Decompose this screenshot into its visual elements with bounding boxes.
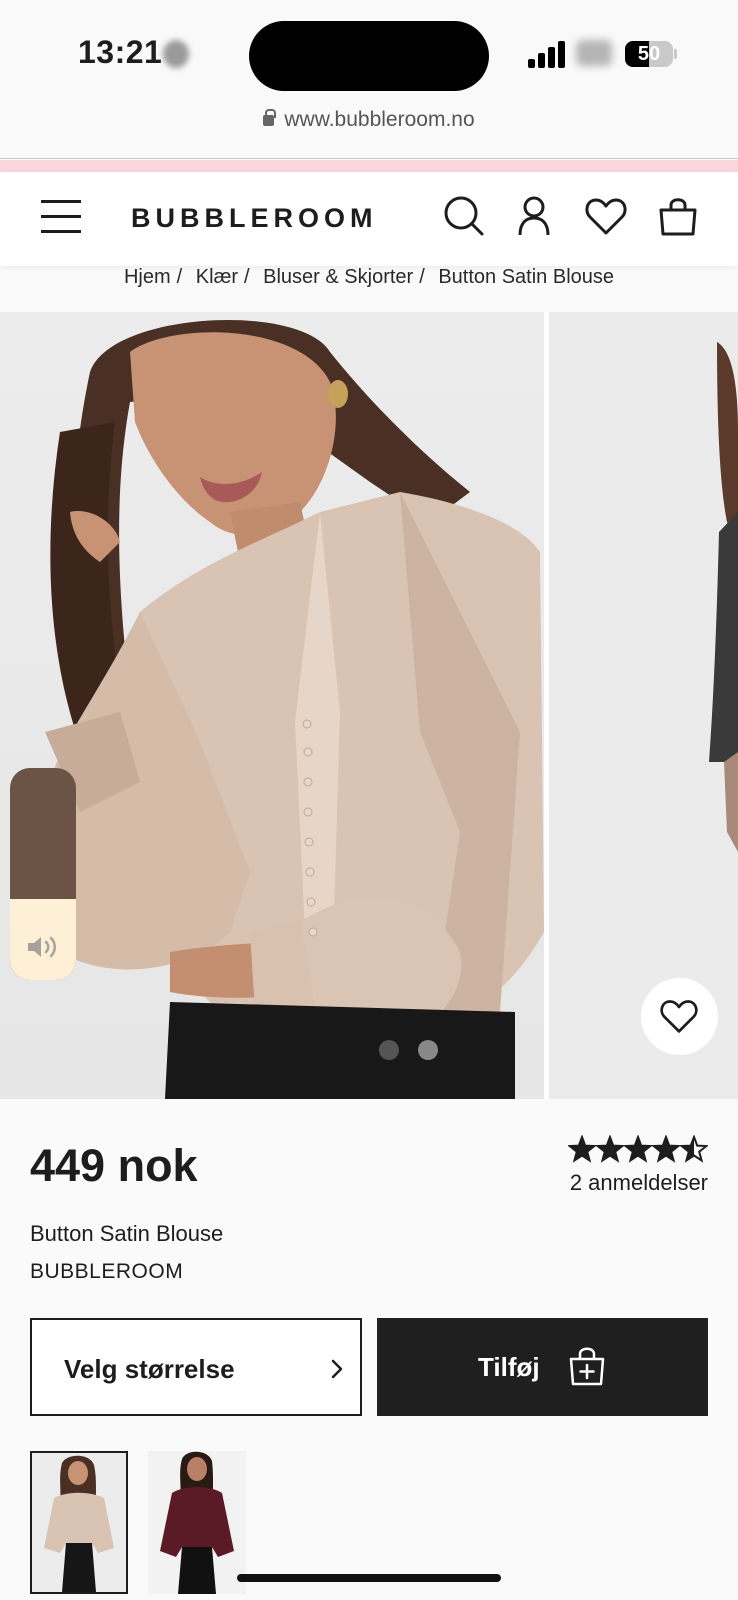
promo-strip (0, 160, 738, 172)
thumbnail-champagne[interactable] (30, 1451, 128, 1594)
wishlist-button[interactable] (641, 978, 718, 1055)
breadcrumb-category[interactable]: Bluser & Skjorter (263, 266, 413, 288)
add-to-cart-button[interactable]: Tilføj (377, 1318, 708, 1416)
breadcrumb-separator: / (176, 266, 183, 288)
heart-icon (660, 1000, 698, 1033)
product-photo-next[interactable] (549, 312, 738, 1099)
account-icon[interactable] (512, 194, 556, 238)
breadcrumb: Hjem / Klær / Bluser & Skjorter / Button Sa… (0, 266, 738, 289)
select-size-label: Velg størrelse (64, 1354, 235, 1384)
speaker-icon (28, 936, 56, 958)
signal-icon (528, 40, 566, 68)
breadcrumb-separator: / (419, 266, 425, 288)
search-icon[interactable] (442, 194, 486, 238)
status-bar: 13:21 50 (0, 0, 738, 108)
notification-icon (163, 40, 189, 68)
network-icon (576, 40, 612, 66)
rating-stars[interactable] (568, 1135, 708, 1165)
menu-icon[interactable] (41, 200, 81, 234)
heart-icon[interactable] (584, 194, 628, 238)
product-price: 449 nok (30, 1140, 198, 1191)
star-full (622, 1135, 654, 1163)
breadcrumb-home[interactable]: Hjem (124, 266, 171, 288)
home-indicator (237, 1574, 501, 1582)
site-header: BUBBLEROOM (0, 172, 738, 266)
star-full (650, 1135, 682, 1163)
product-name: Button Satin Blouse (30, 1221, 224, 1246)
dynamic-island (249, 21, 489, 91)
battery-cap (674, 49, 677, 59)
product-brand[interactable]: BUBBLEROOM (30, 1260, 183, 1284)
product-photo-main[interactable] (0, 312, 544, 1099)
shopping-bag-icon[interactable] (656, 194, 700, 238)
breadcrumb-separator: / (244, 266, 250, 288)
lock-icon (263, 109, 277, 126)
breadcrumb-current: Button Satin Blouse (438, 266, 615, 288)
volume-slider[interactable] (10, 768, 76, 980)
site-logo[interactable]: BUBBLEROOM (131, 203, 378, 234)
breadcrumb-clothes[interactable]: Klær (196, 266, 238, 288)
thumbnail-image (32, 1453, 126, 1592)
battery-icon: 50 (625, 41, 673, 67)
review-count[interactable]: 2 anmeldelser (548, 1170, 708, 1196)
star-full (594, 1135, 626, 1163)
url-text: www.bubbleroom.no (284, 108, 475, 131)
select-size-button[interactable]: Velg størrelse (30, 1318, 362, 1416)
carousel-dot[interactable] (418, 1040, 438, 1060)
thumbnail-burgundy[interactable] (148, 1451, 246, 1594)
add-to-bag-icon (569, 1347, 605, 1386)
thumbnail-image (148, 1451, 246, 1594)
divider (0, 158, 738, 159)
battery-percent: 50 (637, 43, 661, 65)
add-to-cart-label: Tilføj (478, 1352, 540, 1382)
chevron-right-icon (331, 1359, 343, 1379)
carousel-dot[interactable] (379, 1040, 399, 1060)
model-illustration (36, 319, 544, 1099)
address-bar[interactable]: www.bubbleroom.no (0, 108, 738, 132)
product-gallery[interactable] (0, 312, 738, 1099)
status-time: 13:21 (78, 34, 163, 70)
star-full (568, 1135, 598, 1163)
model-illustration-2 (709, 342, 738, 852)
